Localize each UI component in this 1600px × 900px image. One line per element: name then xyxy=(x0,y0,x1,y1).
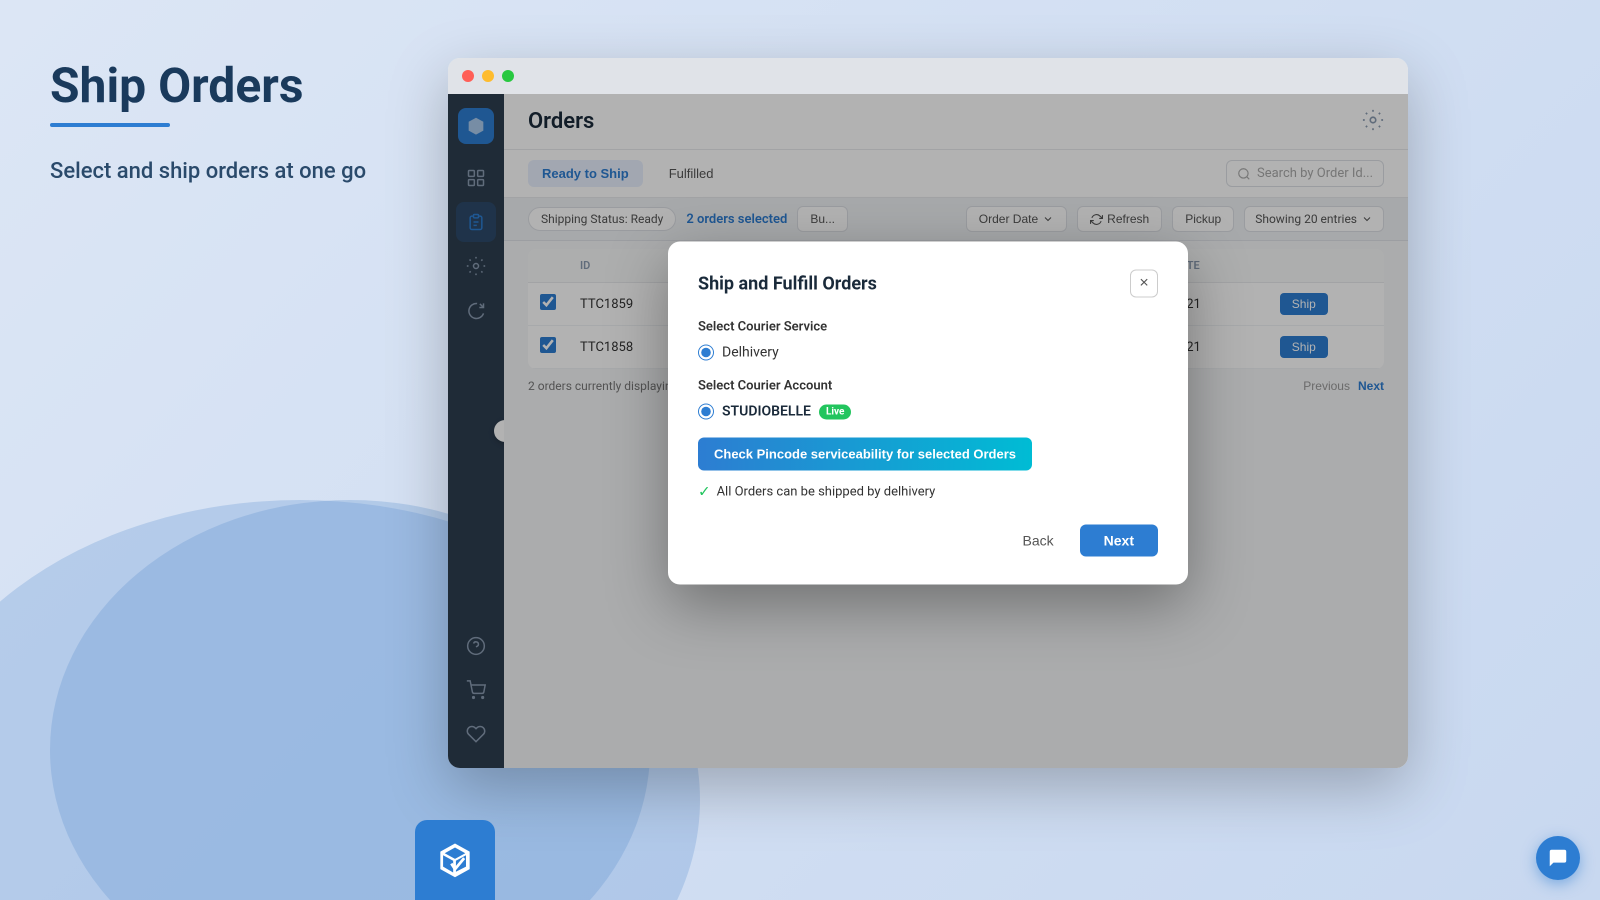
left-panel: Ship Orders Select and ship orders at on… xyxy=(0,0,440,900)
chat-icon xyxy=(1547,847,1569,869)
minimize-button[interactable] xyxy=(482,70,494,82)
courier-service-label: Select Courier Service xyxy=(698,320,1158,335)
title-bar xyxy=(448,58,1408,94)
modal-footer: Back Next xyxy=(698,525,1158,557)
ship-fulfill-modal: Ship and Fulfill Orders × Select Courier… xyxy=(668,242,1188,585)
title-underline xyxy=(50,123,170,127)
check-pincode-btn[interactable]: Check Pincode serviceability for selecte… xyxy=(698,438,1032,471)
courier-account-section: Select Courier Account STUDIOBELLE Live xyxy=(698,379,1158,420)
page-subtitle: Select and ship orders at one go xyxy=(50,157,390,188)
modal-title: Ship and Fulfill Orders xyxy=(698,273,877,294)
chat-bubble[interactable] xyxy=(1536,836,1580,880)
modal-close-btn[interactable]: × xyxy=(1130,270,1158,298)
app-window: › Orders xyxy=(448,58,1408,768)
page-title: Ship Orders xyxy=(50,60,390,113)
close-button[interactable] xyxy=(462,70,474,82)
serviceability-status: ✓ All Orders can be shipped by delhivery xyxy=(698,483,1158,501)
courier-delhivery-option[interactable]: Delhivery xyxy=(698,345,1158,361)
maximize-button[interactable] xyxy=(502,70,514,82)
serviceability-text: All Orders can be shipped by delhivery xyxy=(717,484,936,499)
courier-delhivery-label: Delhivery xyxy=(722,345,779,361)
live-badge: Live xyxy=(819,404,851,419)
checkmark-icon: ✓ xyxy=(698,483,711,501)
back-btn[interactable]: Back xyxy=(1007,525,1070,557)
courier-delhivery-radio[interactable] xyxy=(698,345,714,361)
courier-account-label: Select Courier Account xyxy=(698,379,1158,394)
account-radio[interactable] xyxy=(698,404,714,420)
modal-header: Ship and Fulfill Orders × xyxy=(698,270,1158,298)
account-name: STUDIOBELLE xyxy=(722,404,811,420)
box-with-arrow-icon xyxy=(433,838,477,882)
bottom-icon-box xyxy=(415,820,495,900)
next-btn[interactable]: Next xyxy=(1080,525,1158,557)
account-option: STUDIOBELLE Live xyxy=(698,404,1158,420)
